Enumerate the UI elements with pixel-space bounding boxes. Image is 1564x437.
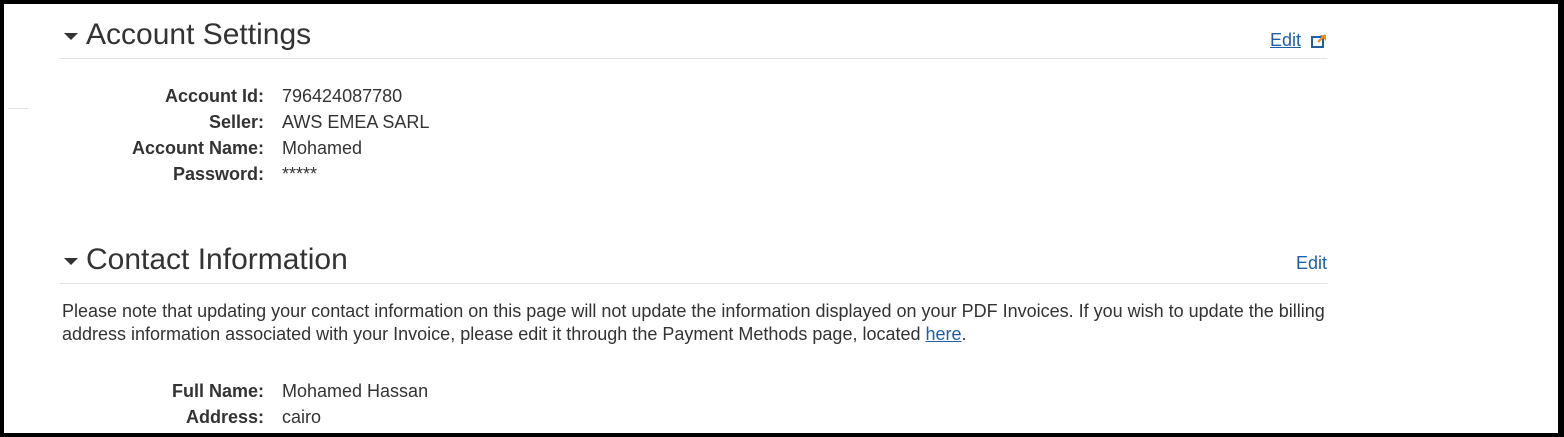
field-value: Mohamed Hassan bbox=[282, 381, 429, 401]
contact-info-note: Please note that updating your contact i… bbox=[62, 300, 1328, 346]
contact-information-title: Contact Information bbox=[86, 243, 348, 276]
contact-information-header: Contact Information Edit bbox=[60, 243, 1327, 284]
field-label: Address: bbox=[185, 407, 264, 427]
field-value: ***** bbox=[282, 164, 318, 184]
external-link-icon bbox=[1311, 34, 1326, 49]
collapse-caret-icon[interactable] bbox=[64, 258, 78, 265]
account-settings-fields: Account Id: 796424087780 Seller: AWS EME… bbox=[60, 86, 660, 190]
edit-link-label: Edit bbox=[1295, 253, 1327, 273]
field-row-account-name: Account Name: Mohamed bbox=[60, 138, 660, 164]
field-label: Account Name: bbox=[131, 138, 264, 158]
account-settings-title: Account Settings bbox=[86, 18, 312, 51]
field-row-address: Address: cairo bbox=[60, 407, 660, 433]
contact-information-edit-link[interactable]: Edit bbox=[1296, 253, 1327, 274]
field-value: 796424087780 bbox=[282, 86, 403, 106]
field-value: cairo bbox=[282, 407, 322, 427]
field-label: Full Name: bbox=[171, 381, 264, 401]
page-frame: Account Settings Edit Account Id: 796424… bbox=[0, 0, 1564, 437]
divider bbox=[8, 108, 28, 109]
field-row-account-id: Account Id: 796424087780 bbox=[60, 86, 660, 112]
field-label: Account Id: bbox=[165, 86, 264, 106]
note-end: . bbox=[961, 324, 967, 344]
account-settings-header: Account Settings Edit bbox=[60, 18, 1327, 59]
field-value: AWS EMEA SARL bbox=[282, 112, 430, 132]
field-label: Seller: bbox=[208, 112, 264, 132]
edit-link-label: Edit bbox=[1269, 30, 1301, 50]
field-value: Mohamed bbox=[282, 138, 363, 158]
field-row-password: Password: ***** bbox=[60, 164, 660, 190]
field-row-seller: Seller: AWS EMEA SARL bbox=[60, 112, 660, 138]
contact-information-fields: Full Name: Mohamed Hassan Address: cairo bbox=[60, 381, 660, 433]
account-settings-edit-link[interactable]: Edit bbox=[1270, 30, 1327, 51]
field-row-full-name: Full Name: Mohamed Hassan bbox=[60, 381, 660, 407]
collapse-caret-icon[interactable] bbox=[64, 33, 78, 40]
payment-methods-here-link[interactable]: here bbox=[926, 324, 962, 344]
note-text: Please note that updating your contact i… bbox=[62, 301, 1325, 344]
field-label: Password: bbox=[172, 164, 264, 184]
